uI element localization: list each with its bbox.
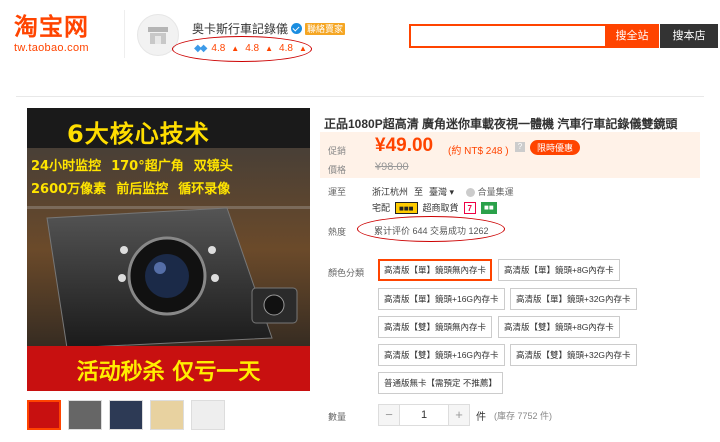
- original-price: ¥98.00: [375, 161, 409, 173]
- limited-offer-badge: 限時優惠: [530, 140, 581, 155]
- image-headline: 6大核心技术: [67, 120, 210, 148]
- shipping-label: 運至: [328, 187, 347, 197]
- promo-banner: 活动秒杀 仅亏一天: [76, 360, 261, 385]
- original-price-label: 價格: [328, 165, 347, 175]
- thumbnail[interactable]: [68, 400, 102, 430]
- shop-name[interactable]: 奥卡斯行車記錄儀: [192, 20, 288, 37]
- quantity-label: 數量: [328, 412, 347, 422]
- variant-option[interactable]: 高清版【雙】鏡頭+16G內存卡: [378, 344, 505, 366]
- thumbnail[interactable]: [109, 400, 143, 430]
- annotation-circle: [172, 36, 312, 62]
- thumbnail[interactable]: [150, 400, 184, 430]
- ship-to-value: 臺灣: [429, 187, 448, 197]
- shop-name-row[interactable]: 奥卡斯行車記錄儀 聯絡賣家: [192, 20, 346, 37]
- quantity-input[interactable]: 1: [400, 404, 448, 426]
- variant-option[interactable]: 高清版【單】鏡頭+8G內存卡: [498, 259, 620, 281]
- delivery-method: 超商取貨: [422, 203, 459, 213]
- decrease-button[interactable]: −: [378, 404, 400, 426]
- help-icon[interactable]: ?: [515, 142, 525, 152]
- consolidation-link[interactable]: 合量集運: [466, 185, 514, 198]
- question-icon: [466, 188, 476, 198]
- search-input[interactable]: [409, 24, 605, 48]
- ship-from: 浙江杭州: [372, 187, 409, 197]
- delivery-method: 宅配: [372, 203, 391, 213]
- ship-to-prefix: 至: [414, 187, 424, 197]
- promo-price-label: 促銷: [328, 146, 347, 156]
- variant-option[interactable]: 高清版【單】鏡頭+32G內存卡: [510, 288, 637, 310]
- price-ntd: (約 NT$ 248 ): [448, 146, 509, 157]
- verified-icon: [291, 23, 303, 34]
- variant-option[interactable]: 普通版無卡【需預定 不推薦】: [378, 372, 503, 394]
- stock-count: (庫存 7752 件): [494, 410, 553, 421]
- price-panel: 促銷 ¥49.00 (約 NT$ 248 ) ? 限時優惠 價格 ¥98.00: [320, 132, 700, 178]
- black-cat-logo-icon: ■■■: [395, 201, 418, 214]
- product-photo: [27, 108, 310, 391]
- increase-button[interactable]: +: [448, 404, 470, 426]
- quantity-stepper: − 1 + 件 (庫存 7752 件): [378, 404, 552, 426]
- search-shop-button[interactable]: 搜本店: [660, 24, 718, 48]
- variant-option[interactable]: 高清版【雙】鏡頭無內存卡: [378, 316, 493, 338]
- store-icon: [148, 27, 168, 44]
- feature-text: 前后监控: [116, 182, 169, 197]
- feature-text: 循环录像: [178, 182, 231, 197]
- thumbnail[interactable]: [27, 400, 61, 430]
- main-product-image[interactable]: 6大核心技术 24小时监控 170°超广角 双镜头 2600万像素 前后监控 循…: [27, 108, 310, 391]
- consolidation-label: 合量集運: [477, 187, 514, 197]
- variant-option[interactable]: 高清版【雙】鏡頭+8G內存卡: [498, 316, 620, 338]
- feature-text: 双镜头: [193, 159, 233, 174]
- quantity-unit: 件: [476, 411, 486, 423]
- page-header: 淘宝网 tw.taobao.com 奥卡斯行車記錄儀 聯絡賣家 ◆◆ 4.8 ▲ …: [0, 0, 720, 68]
- taobao-logo[interactable]: 淘宝网 tw.taobao.com: [14, 14, 89, 54]
- feature-text: 24小时监控: [31, 159, 102, 174]
- variant-option[interactable]: 高清版【雙】鏡頭+32G內存卡: [510, 344, 637, 366]
- logo-url: tw.taobao.com: [14, 42, 89, 54]
- options-label: 顏色分類: [328, 268, 365, 278]
- family-mart-icon: ■■: [480, 201, 497, 214]
- feature-list: 24小时监控 170°超广角 双镜头 2600万像素 前后监控 循环录像: [27, 155, 310, 197]
- ship-to-select[interactable]: 臺灣 ▾: [429, 185, 454, 198]
- contact-seller-badge[interactable]: 聯絡賣家: [305, 22, 346, 35]
- annotation-circle: [357, 216, 505, 242]
- product-title: 正品1080P超高清 廣角迷你車載夜視一體機 汽車行車記錄儀雙鏡頭: [324, 117, 678, 131]
- content-divider: [16, 96, 704, 97]
- logo-text: 淘宝网: [14, 13, 89, 41]
- feature-text: 170°超广角: [111, 159, 184, 174]
- shipping-destination: 浙江杭州 至 臺灣 ▾ 合量集運: [372, 185, 514, 198]
- feature-text: 2600万像素: [31, 182, 107, 197]
- header-divider: [124, 10, 125, 58]
- variant-option[interactable]: 高清版【單】鏡頭+16G內存卡: [378, 288, 505, 310]
- thumbnail[interactable]: [191, 400, 225, 430]
- seven-eleven-icon: 7: [463, 201, 476, 214]
- search-all-button[interactable]: 搜全站: [605, 24, 659, 48]
- popularity-label: 熱度: [328, 227, 347, 237]
- shipping-methods: 宅配 ■■■ 超商取貨 7 ■■: [372, 201, 497, 214]
- variant-option[interactable]: 高清版【單】鏡頭無內存卡: [378, 259, 493, 281]
- promo-price: ¥49.00: [375, 135, 434, 156]
- thumbnail-strip: [27, 400, 225, 430]
